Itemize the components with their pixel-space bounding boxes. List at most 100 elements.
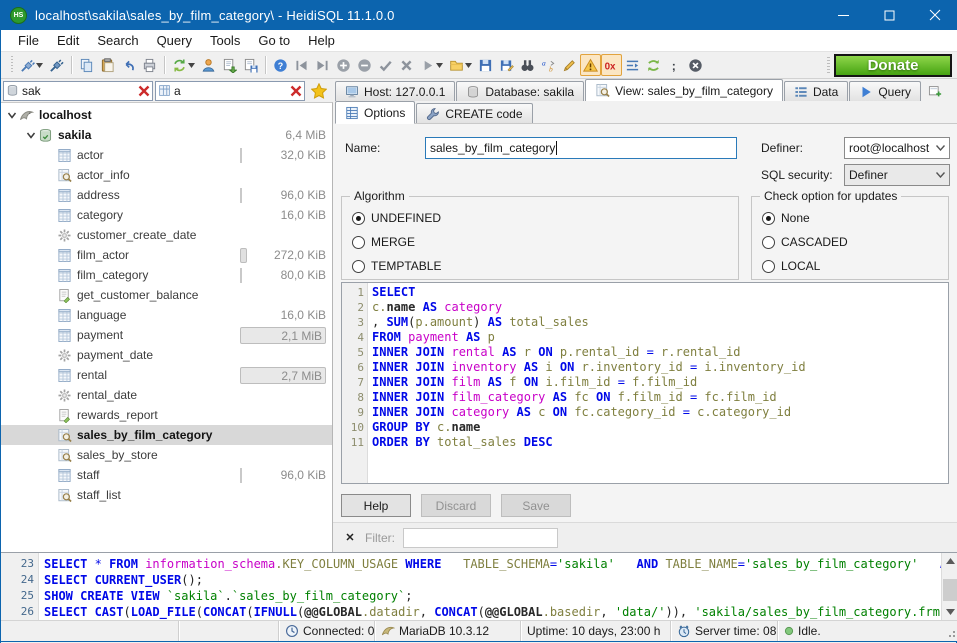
minimize-button[interactable] (820, 0, 866, 30)
go-first-button[interactable] (291, 54, 312, 76)
tree-item-category[interactable]: category16,0 KiB (1, 205, 332, 225)
log-lines[interactable]: SELECT * FROM information_schema.KEY_COL… (39, 553, 941, 620)
check-option-radio-local[interactable]: LOCAL (762, 255, 948, 277)
resize-grip[interactable] (946, 628, 956, 638)
view-name-input[interactable]: sales_by_film_category (425, 137, 737, 159)
discard-button[interactable]: Discard (421, 494, 491, 517)
undo-button[interactable] (118, 54, 139, 76)
check-option-radio-none[interactable]: None (762, 207, 948, 229)
favorites-button[interactable] (307, 80, 331, 101)
tree-item-rental[interactable]: rental2,7 MiB (1, 365, 332, 385)
clear-table-filter-icon[interactable] (290, 85, 302, 97)
open-sql-file-button[interactable] (446, 54, 475, 76)
menu-go-to[interactable]: Go to (249, 31, 299, 50)
menu-tools[interactable]: Tools (201, 31, 249, 50)
tab-view[interactable]: View: sales_by_film_category (585, 79, 783, 101)
save-database-button[interactable] (240, 54, 261, 76)
sql-security-combobox[interactable]: Definer (844, 164, 950, 186)
scroll-down-icon[interactable] (942, 604, 957, 620)
tree-item-customer-create-date[interactable]: customer_create_date (1, 225, 332, 245)
tree-item-address[interactable]: address96,0 KiB (1, 185, 332, 205)
replace-text-button[interactable]: ab (538, 54, 559, 76)
stop-query-button[interactable] (685, 54, 706, 76)
editor-code[interactable]: SELECTc.name AS category, SUM(p.amount) … (368, 283, 948, 483)
menu-help[interactable]: Help (299, 31, 344, 50)
session-manager-button[interactable] (17, 54, 46, 76)
menu-edit[interactable]: Edit (48, 31, 88, 50)
filter-input[interactable] (403, 528, 558, 548)
tree-item-sales-by-store[interactable]: sales_by_store (1, 445, 332, 465)
donate-button[interactable]: Donate (834, 54, 952, 77)
hex-view-button[interactable]: 0x (601, 54, 622, 76)
print-button[interactable] (139, 54, 160, 76)
tree-item-actor[interactable]: actor32,0 KiB (1, 145, 332, 165)
cancel-editing-button[interactable] (396, 54, 417, 76)
algorithm-radio-temptable[interactable]: TEMPTABLE (352, 255, 738, 277)
refresh-button[interactable] (169, 54, 198, 76)
tree-item-localhost[interactable]: localhost (1, 105, 332, 125)
expand-chevron-icon[interactable] (24, 130, 38, 140)
subtab-options[interactable]: Options (335, 101, 415, 124)
help-button[interactable]: ? (270, 54, 291, 76)
tree-item-staff-list[interactable]: staff_list (1, 485, 332, 505)
view-select-editor[interactable]: 1234567891011 SELECTc.name AS category, … (341, 282, 949, 484)
dropdown-caret-icon[interactable] (465, 63, 472, 68)
subtab-create-code[interactable]: CREATE code (416, 103, 532, 123)
save-sql-as-button[interactable] (496, 54, 517, 76)
tree-item-rewards-report[interactable]: rewards_report (1, 405, 332, 425)
algorithm-radio-undefined[interactable]: UNDEFINED (352, 207, 738, 229)
disconnect-button[interactable] (46, 54, 67, 76)
expand-chevron-icon[interactable] (5, 110, 19, 120)
save-button[interactable]: Save (501, 494, 571, 517)
clear-database-filter-icon[interactable] (138, 85, 150, 97)
menu-query[interactable]: Query (148, 31, 201, 50)
export-database-button[interactable] (219, 54, 240, 76)
save-sql-button[interactable] (475, 54, 496, 76)
post-changes-button[interactable] (375, 54, 396, 76)
tree-item-rental-date[interactable]: rental_date (1, 385, 332, 405)
tree-item-film-actor[interactable]: film_actor272,0 KiB (1, 245, 332, 265)
scrollbar-thumb[interactable] (943, 579, 957, 601)
table-filter-input[interactable]: a (155, 81, 305, 101)
tree-item-language[interactable]: language16,0 KiB (1, 305, 332, 325)
dropdown-caret-icon[interactable] (36, 63, 43, 68)
find-text-button[interactable] (517, 54, 538, 76)
close-filter-icon[interactable]: ✕ (343, 531, 357, 544)
tree-item-sales-by-film-category[interactable]: sales_by_film_category (1, 425, 332, 445)
bind-parameters-button[interactable] (580, 54, 601, 76)
tab-host[interactable]: Host: 127.0.0.1 (335, 81, 455, 101)
go-last-button[interactable] (312, 54, 333, 76)
delete-row-button[interactable] (354, 54, 375, 76)
user-manager-button[interactable] (198, 54, 219, 76)
help-button[interactable]: Help (341, 494, 411, 517)
log-scrollbar[interactable] (941, 553, 957, 620)
insert-row-button[interactable] (333, 54, 354, 76)
database-filter-input[interactable]: sak (3, 81, 153, 101)
algorithm-radio-merge[interactable]: MERGE (352, 231, 738, 253)
tab-query[interactable]: Query (849, 81, 921, 101)
tree-item-sakila[interactable]: sakila6,4 MiB (1, 125, 332, 145)
tree-item-payment[interactable]: payment2,1 MiB (1, 325, 332, 345)
copy-button[interactable] (76, 54, 97, 76)
dropdown-caret-icon[interactable] (436, 63, 443, 68)
reformat-sql-button[interactable] (559, 54, 580, 76)
tab-data[interactable]: Data (784, 81, 848, 101)
scroll-up-icon[interactable] (942, 553, 957, 569)
maximize-button[interactable] (866, 0, 912, 30)
tree-item-actor-info[interactable]: actor_info (1, 165, 332, 185)
menu-file[interactable]: File (9, 31, 48, 50)
indent-button[interactable] (622, 54, 643, 76)
close-button[interactable] (912, 0, 957, 30)
tree-item-get-customer-balance[interactable]: get_customer_balance (1, 285, 332, 305)
dropdown-caret-icon[interactable] (188, 63, 195, 68)
menu-search[interactable]: Search (88, 31, 147, 50)
semicolon-button[interactable]: ; (664, 54, 685, 76)
run-routine-button[interactable] (417, 54, 446, 76)
definer-combobox[interactable]: root@localhost (844, 137, 950, 159)
tree-item-payment-date[interactable]: payment_date (1, 345, 332, 365)
tab-database[interactable]: Database: sakila (456, 81, 584, 101)
new-query-tab-button[interactable] (928, 81, 942, 101)
tree-item-film-category[interactable]: film_category80,0 KiB (1, 265, 332, 285)
tree-item-staff[interactable]: staff96,0 KiB (1, 465, 332, 485)
query-arrows-button[interactable] (643, 54, 664, 76)
